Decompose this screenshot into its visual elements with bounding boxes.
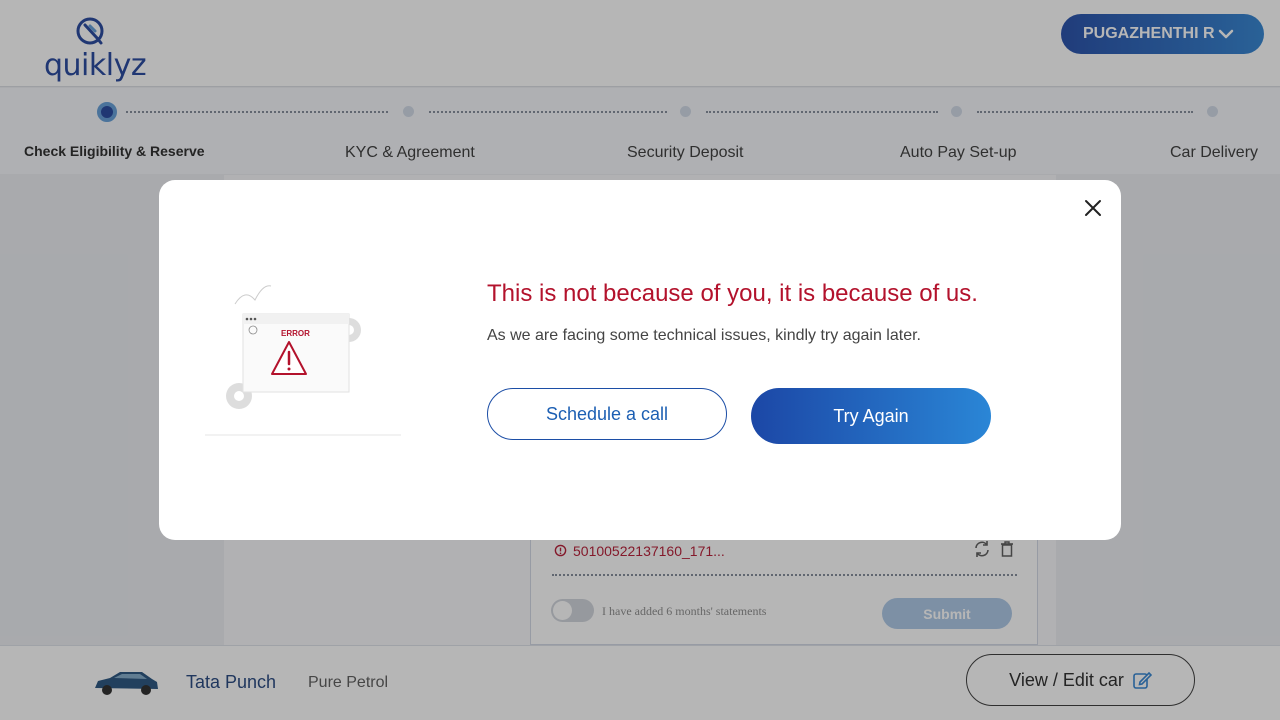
error-title: This is not because of you, it is becaus… bbox=[487, 280, 978, 307]
try-again-button[interactable]: Try Again bbox=[751, 388, 991, 444]
close-icon[interactable] bbox=[1081, 196, 1105, 220]
error-modal: ERROR This is not because of you, it is … bbox=[159, 180, 1121, 540]
error-illustration: ERROR bbox=[205, 285, 401, 436]
schedule-call-button[interactable]: Schedule a call bbox=[487, 388, 727, 440]
error-message: As we are facing some technical issues, … bbox=[487, 327, 921, 344]
illustration-error-text: ERROR bbox=[281, 329, 310, 338]
